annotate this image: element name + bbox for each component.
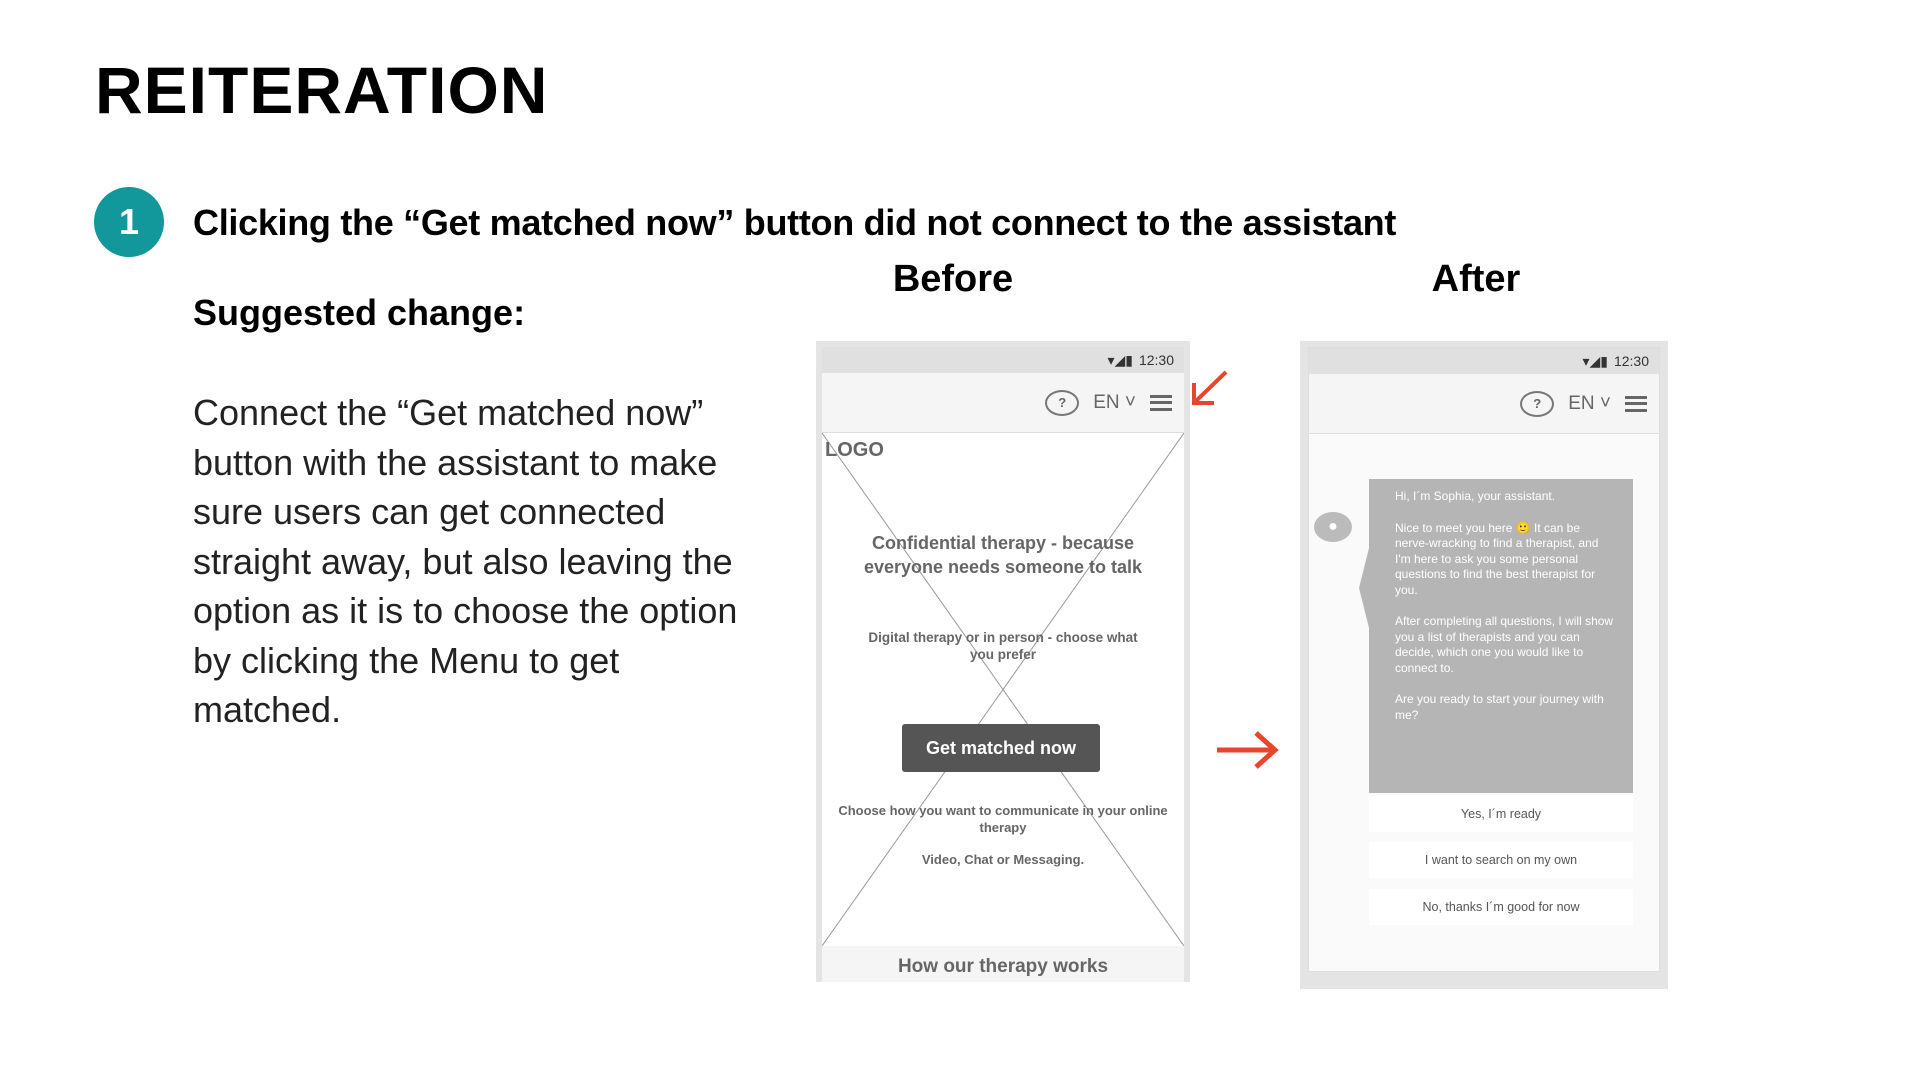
bubble-tail bbox=[1359, 548, 1369, 628]
image-placeholder-cross bbox=[822, 433, 1184, 946]
language-selector[interactable]: EN ˅ bbox=[1093, 392, 1136, 414]
communication-text: Choose how you want to communicate in yo… bbox=[838, 803, 1168, 835]
help-chat-icon[interactable]: ? bbox=[1045, 389, 1080, 416]
message-intro: Nice to meet you here 🙂 It can be nerve-… bbox=[1395, 520, 1599, 597]
issue-heading: Clicking the “Get matched now” button di… bbox=[193, 202, 1397, 243]
arrow-right-icon bbox=[1217, 731, 1279, 769]
option-search-own[interactable]: I want to search on my own bbox=[1369, 842, 1633, 878]
suggested-change-label: Suggested change: bbox=[193, 292, 526, 333]
suggested-change-text: Connect the “Get matched now” button wit… bbox=[193, 392, 738, 730]
issue-number-badge: 1 bbox=[94, 187, 164, 257]
option-yes-ready[interactable]: Yes, I´m ready bbox=[1369, 796, 1633, 832]
menu-icon[interactable] bbox=[1625, 395, 1647, 412]
logo: LOGO bbox=[825, 439, 884, 461]
arrow-down-left-icon bbox=[1192, 370, 1228, 405]
help-chat-icon[interactable]: ? bbox=[1520, 390, 1555, 417]
option-no-thanks[interactable]: No, thanks I´m good for now bbox=[1369, 889, 1633, 925]
wifi-icon: ▾◢▮ bbox=[1107, 351, 1133, 368]
language-selector[interactable]: EN ˅ bbox=[1568, 393, 1611, 415]
modes-text: Video, Chat or Messaging. bbox=[921, 852, 1085, 867]
status-bar: ▾◢▮ 12:30 bbox=[1309, 348, 1659, 374]
assistant-message-bubble: Hi, I´m Sophia, your assistant. Nice to … bbox=[1369, 479, 1633, 793]
page-title: REITERATION bbox=[95, 53, 549, 127]
status-bar: ▾◢▮ 12:30 bbox=[822, 347, 1184, 373]
message-question: Are you ready to start your journey with… bbox=[1395, 692, 1604, 722]
hero-headline: Confidential therapy - because everyone … bbox=[863, 533, 1143, 577]
before-phone-mockup: ▾◢▮ 12:30 ? EN ˅ LOGO Confidential therap… bbox=[816, 341, 1190, 982]
get-matched-button[interactable]: Get matched now bbox=[902, 724, 1100, 772]
after-label: After bbox=[1431, 258, 1521, 300]
app-header: ? EN ˅ bbox=[1309, 374, 1659, 434]
hero-subtitle: Digital therapy or in person - choose wh… bbox=[868, 630, 1138, 662]
wifi-icon: ▾◢▮ bbox=[1582, 352, 1608, 369]
message-process: After completing all questions, I will s… bbox=[1395, 614, 1614, 675]
clock: 12:30 bbox=[1613, 353, 1649, 369]
after-phone-mockup: ▾◢▮ 12:30 ? EN ˅ ● Hi, I´m Sophia, your a… bbox=[1300, 341, 1668, 989]
app-header: ? EN ˅ bbox=[822, 373, 1184, 433]
before-label: Before bbox=[892, 258, 1014, 300]
clock: 12:30 bbox=[1138, 352, 1174, 368]
how-it-works-heading: How our therapy works bbox=[822, 946, 1184, 982]
menu-icon[interactable] bbox=[1150, 394, 1172, 411]
message-greeting: Hi, I´m Sophia, your assistant. bbox=[1395, 489, 1556, 503]
assistant-avatar-icon: ● bbox=[1314, 512, 1352, 542]
